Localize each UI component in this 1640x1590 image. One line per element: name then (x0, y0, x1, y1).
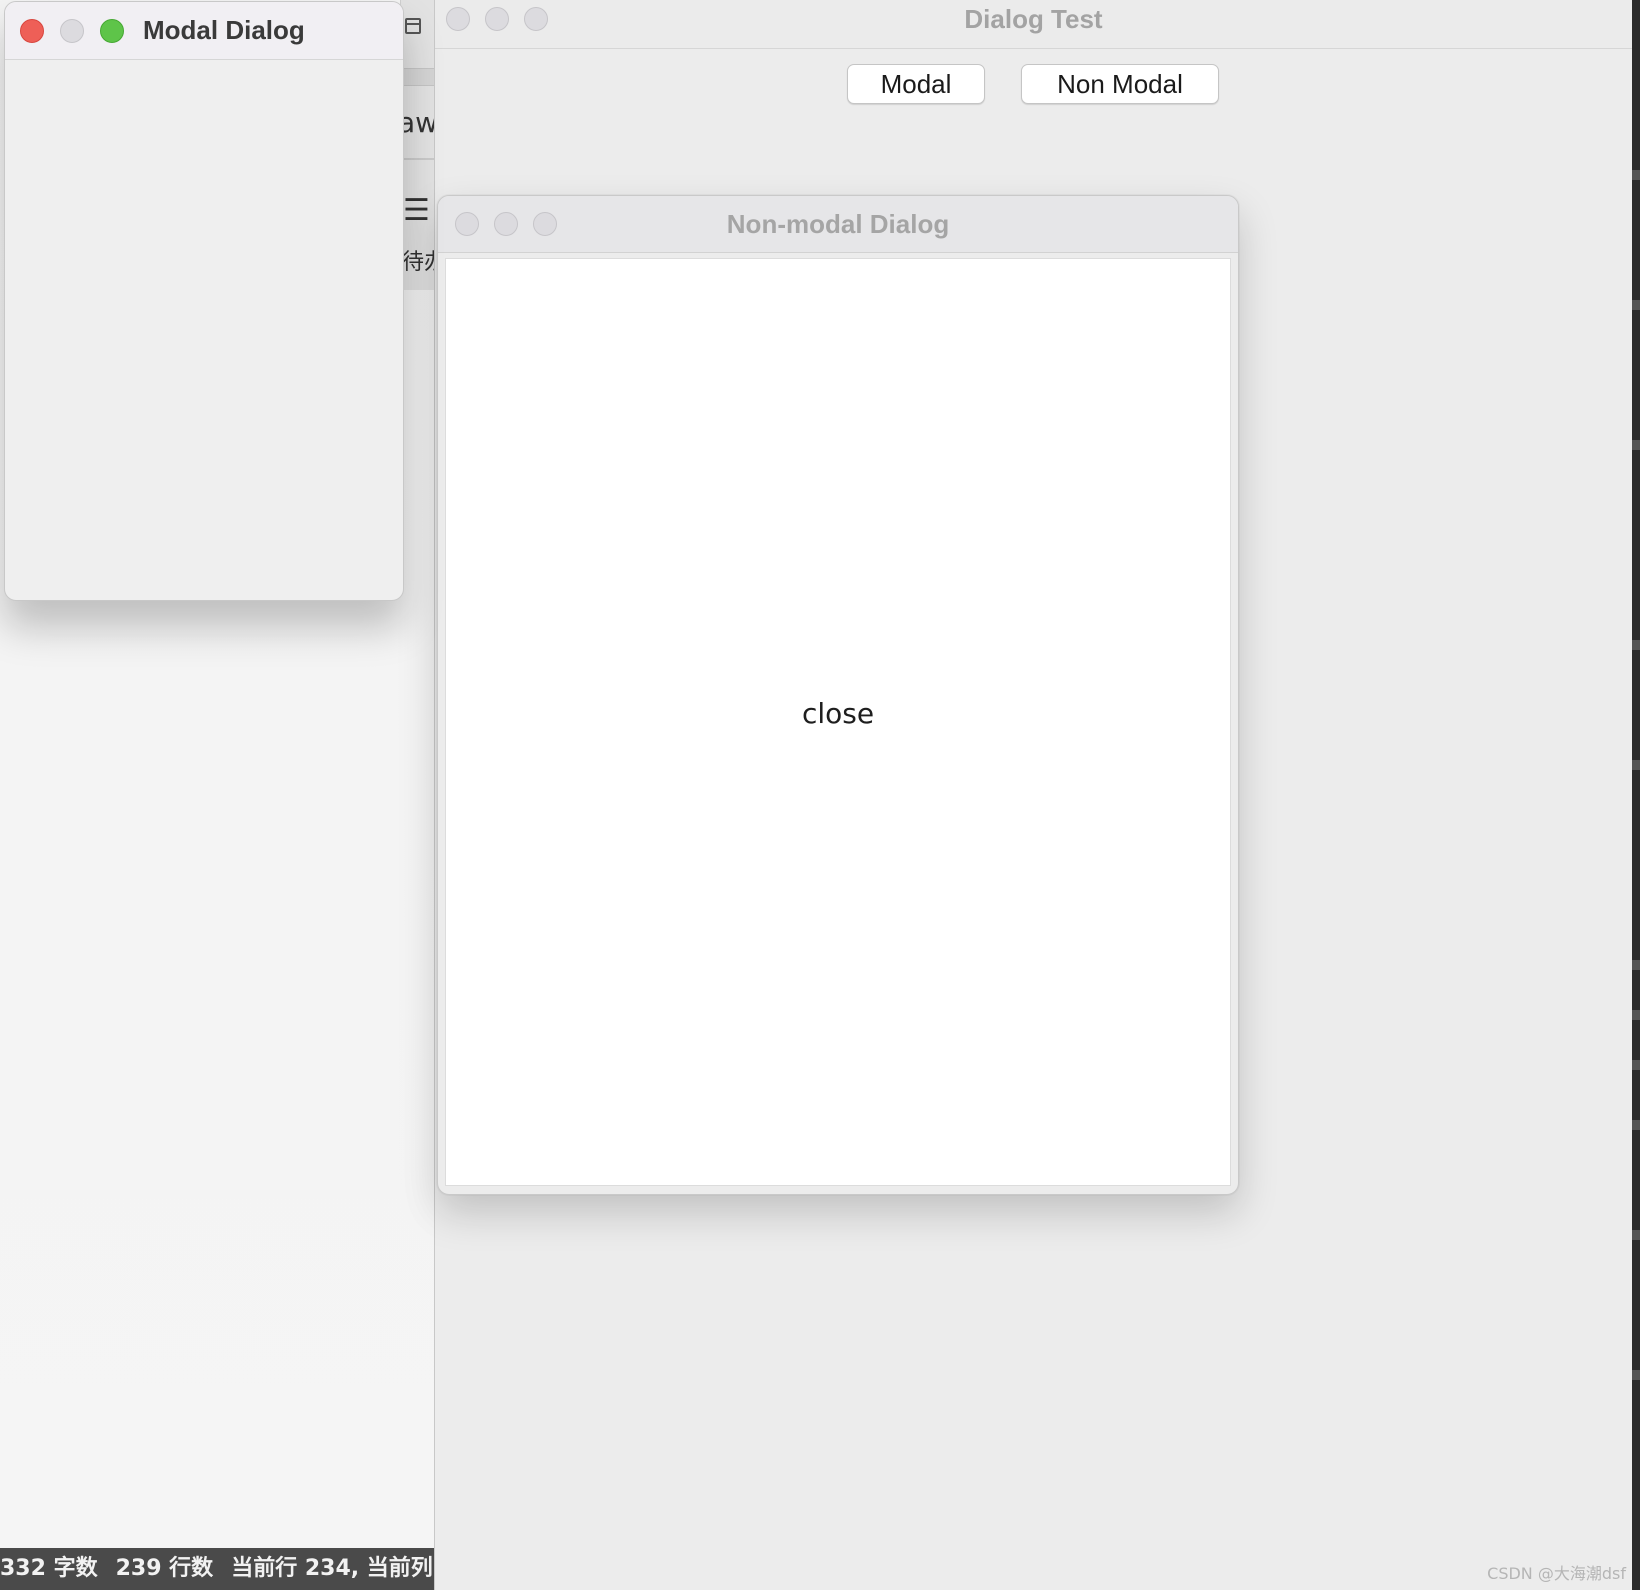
toolbar-divider (401, 158, 435, 160)
dialog-titlebar[interactable]: Modal Dialog (5, 2, 403, 60)
minimize-dialog-button[interactable] (60, 19, 84, 43)
dialog-title: Modal Dialog (143, 15, 305, 45)
cursor-position: 当前行 234, 当前列 0 (231, 1556, 434, 1581)
partial-text: aw (398, 106, 439, 139)
window-titlebar[interactable]: Dialog Test (435, 0, 1632, 49)
modal-button[interactable]: Modal (847, 64, 985, 104)
window-title: Dialog Test (964, 4, 1103, 34)
word-count: 332 字数 (0, 1556, 98, 1581)
window-icon[interactable] (405, 18, 421, 34)
non-modal-button[interactable]: Non Modal (1021, 64, 1219, 104)
dialog-titlebar[interactable]: Non-modal Dialog (438, 196, 1238, 253)
background-app-edge (1632, 0, 1640, 1590)
non-modal-dialog: Non-modal Dialog close (437, 195, 1239, 1195)
close-button[interactable]: close (445, 258, 1231, 1186)
close-button-label: close (801, 697, 875, 730)
dialog-title: Non-modal Dialog (726, 209, 950, 239)
line-count: 239 行数 (115, 1556, 214, 1581)
close-dialog-button[interactable] (20, 19, 44, 43)
editor-status-bar: 332 字数 239 行数 当前行 234, 当前列 0 (0, 1548, 434, 1590)
modal-dialog: Modal Dialog (4, 1, 404, 601)
toolbar-divider (401, 68, 435, 86)
checklist-icon[interactable]: ☰ (403, 196, 430, 226)
watermark: CSDN @大海潮dsf (1487, 1564, 1626, 1583)
zoom-dialog-button[interactable] (100, 19, 124, 43)
